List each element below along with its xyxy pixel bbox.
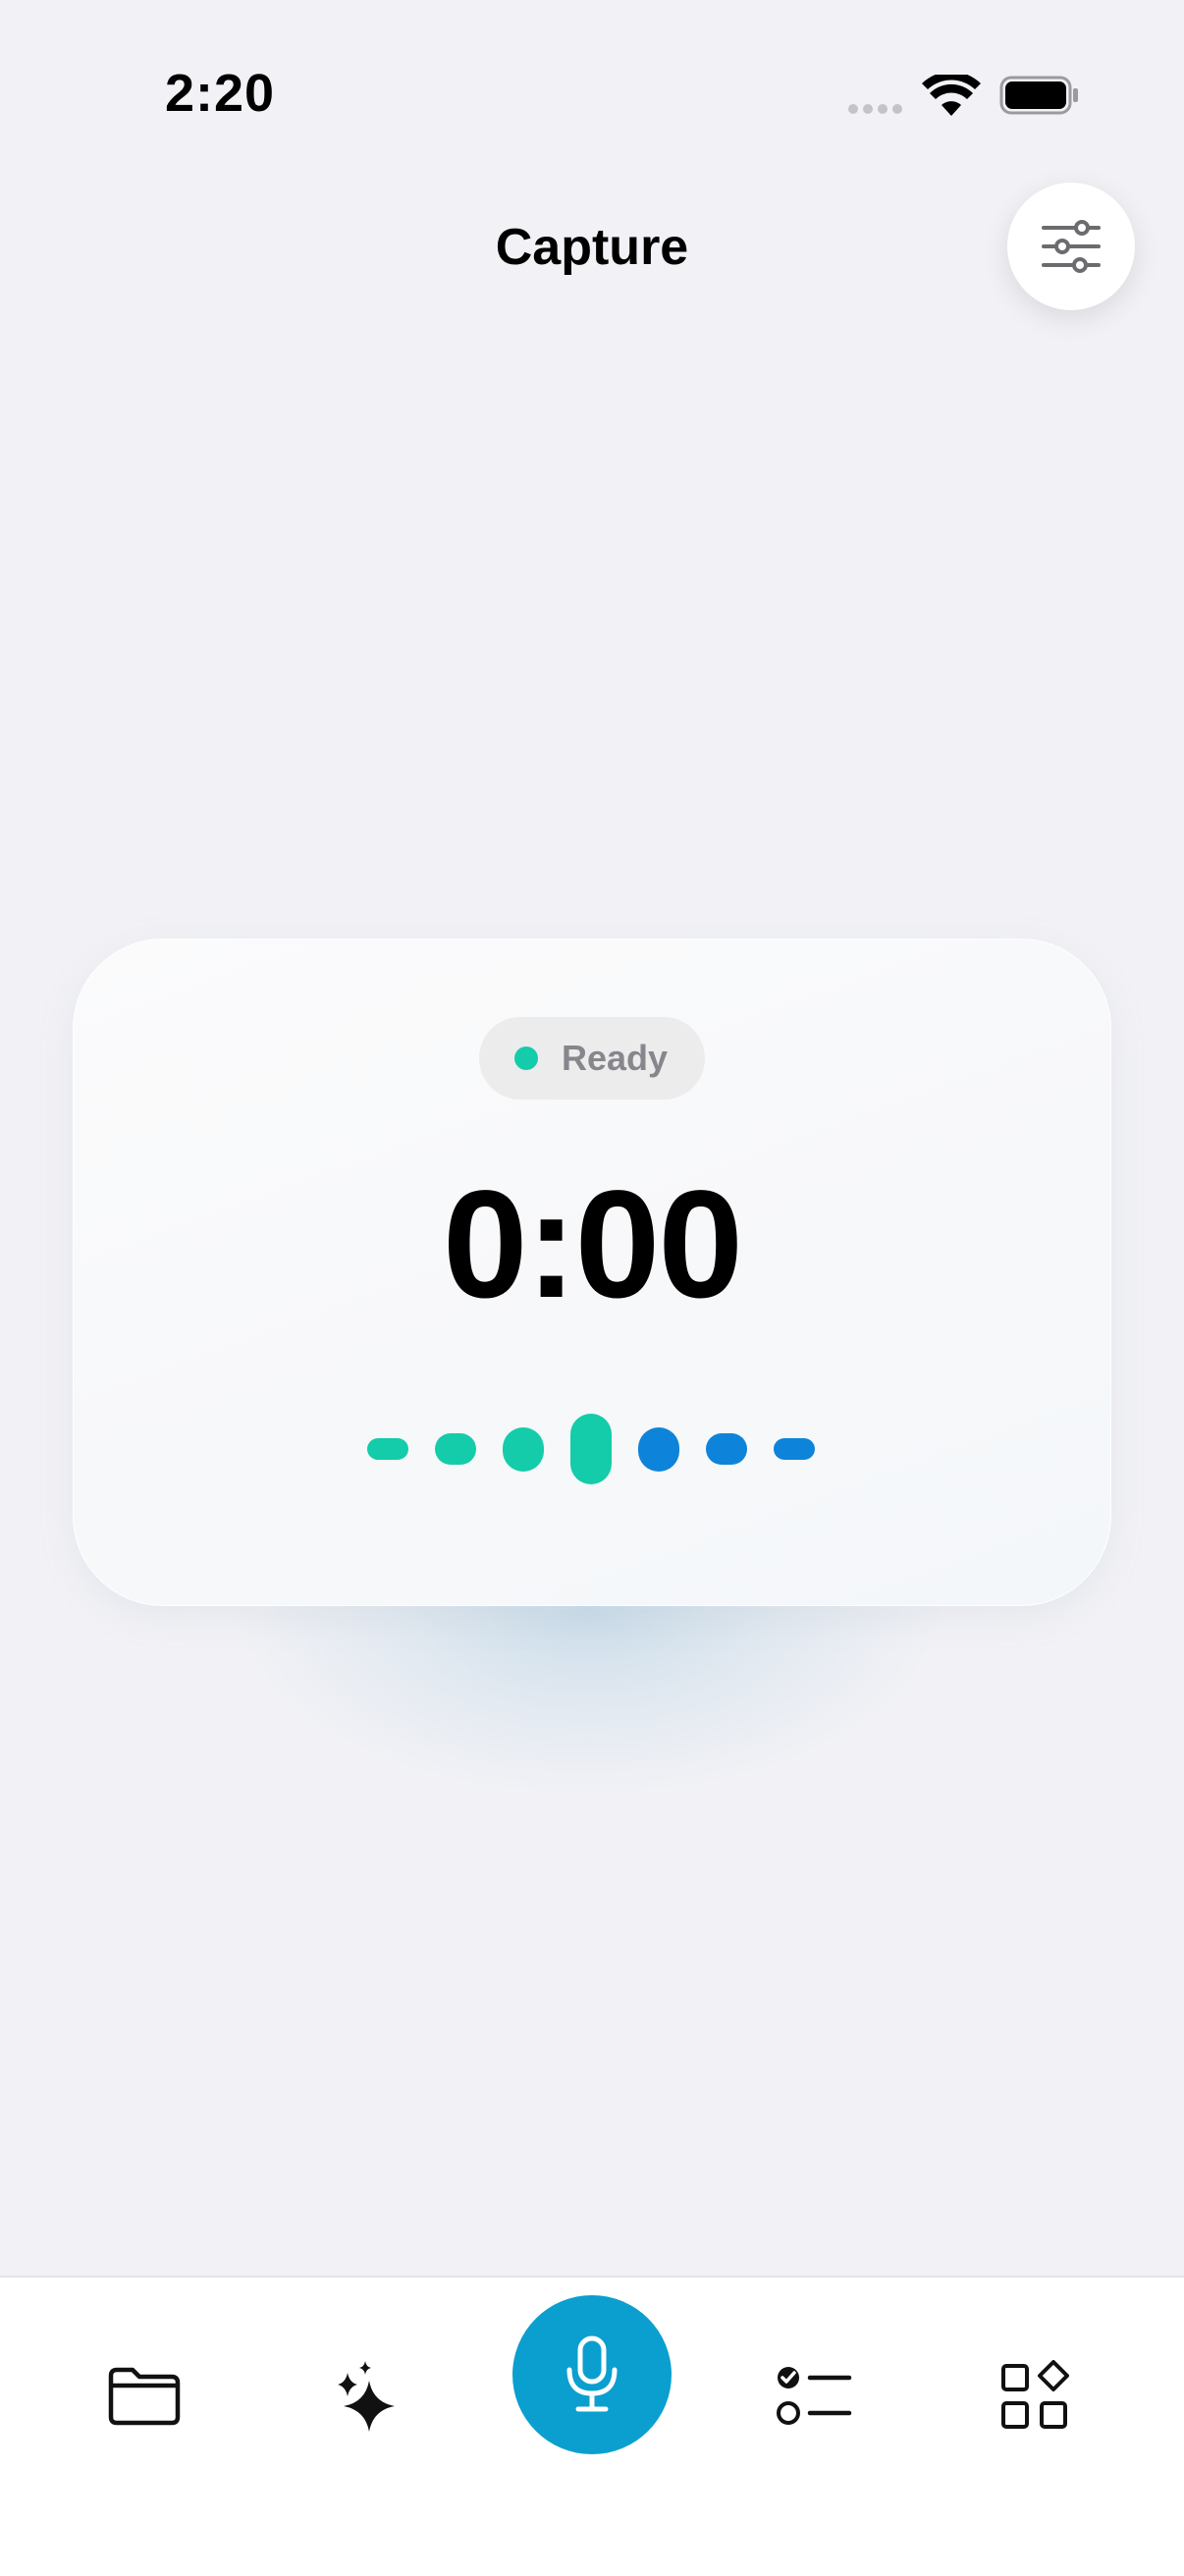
tab-bar: [0, 2276, 1184, 2576]
audio-waveform: [367, 1410, 819, 1488]
waveform-bar: [774, 1438, 815, 1460]
waveform-bar: [638, 1426, 679, 1472]
status-dot: [514, 1046, 538, 1070]
checklist-icon: [777, 2367, 852, 2425]
tab-more[interactable]: [982, 2342, 1090, 2450]
waveform-bar: [435, 1433, 476, 1465]
settings-button[interactable]: [1007, 183, 1135, 310]
sparkles-icon: [338, 2361, 395, 2432]
battery-icon: [999, 76, 1078, 115]
folder-icon: [108, 2367, 181, 2426]
microphone-icon: [566, 2335, 618, 2412]
waveform-bar: [706, 1433, 747, 1465]
tab-recordings[interactable]: [90, 2342, 198, 2450]
status-label: Ready: [562, 1038, 669, 1078]
grid-shapes-icon: [1001, 2360, 1069, 2429]
status-time: 2:20: [165, 64, 276, 123]
record-button[interactable]: [512, 2295, 672, 2454]
wifi-icon: [922, 75, 981, 116]
waveform-bar: [367, 1438, 408, 1460]
status-bar: 2:20: [0, 0, 1184, 147]
cellular-signal-icon: [848, 104, 902, 114]
status-badge: Ready: [479, 1017, 705, 1100]
tab-tasks[interactable]: [760, 2342, 868, 2450]
capture-card: Ready 0:00: [73, 939, 1111, 1606]
waveform-bar: [503, 1426, 544, 1472]
sliders-icon: [1042, 220, 1101, 273]
waveform-bar: [570, 1414, 612, 1484]
tab-ai[interactable]: [314, 2342, 422, 2450]
timer-display: 0:00: [442, 1159, 743, 1330]
